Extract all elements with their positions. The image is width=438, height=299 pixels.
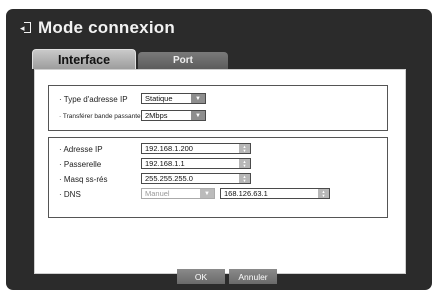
- ip-type-label: · Type d'adresse IP: [59, 95, 128, 104]
- ip-address-value: 192.168.1.200: [145, 144, 193, 153]
- tab-port[interactable]: Port: [138, 52, 228, 69]
- chevron-down-icon: ▼: [191, 94, 205, 103]
- network-mode-dialog: ◂ Mode connexion Interface Port · Type d…: [6, 9, 432, 290]
- chevron-down-icon: ▼: [191, 111, 205, 120]
- interface-panel: · Type d'adresse IP Statique ▼ · Transfé…: [34, 69, 406, 274]
- dialog-title-bar: ◂ Mode connexion: [20, 15, 175, 41]
- bandwidth-value: 2Mbps: [145, 111, 168, 120]
- subnet-mask-field[interactable]: 255.255.255.0 ▲ ▼: [141, 173, 251, 184]
- spinner-icon[interactable]: ▲ ▼: [239, 174, 250, 183]
- dns-field[interactable]: 168.126.63.1 ▲ ▼: [220, 188, 330, 199]
- tab-interface[interactable]: Interface: [32, 49, 136, 69]
- address-type-group: · Type d'adresse IP Statique ▼ · Transfé…: [48, 85, 388, 131]
- gateway-label: · Passerelle: [59, 160, 102, 169]
- dns-value: 168.126.63.1: [224, 189, 268, 198]
- ip-type-select[interactable]: Statique ▼: [141, 93, 206, 104]
- cancel-button[interactable]: Annuler: [229, 269, 277, 284]
- spinner-icon[interactable]: ▲ ▼: [239, 159, 250, 168]
- chevron-down-icon: ▼: [200, 189, 214, 198]
- bandwidth-select[interactable]: 2Mbps ▼: [141, 110, 206, 121]
- bandwidth-label: · Transférer bande passante: [59, 113, 141, 120]
- spinner-icon[interactable]: ▲ ▼: [239, 144, 250, 153]
- subnet-mask-value: 255.255.255.0: [145, 174, 193, 183]
- ip-address-field[interactable]: 192.168.1.200 ▲ ▼: [141, 143, 251, 154]
- subnet-mask-label: · Masq ss-rés: [59, 175, 108, 184]
- dialog-title: Mode connexion: [38, 18, 175, 37]
- spinner-icon[interactable]: ▲ ▼: [318, 189, 329, 198]
- dns-mode-value: Manuel: [145, 189, 170, 198]
- gateway-value: 192.168.1.1: [145, 159, 185, 168]
- dns-label: · DNS: [59, 190, 81, 199]
- address-settings-group: · Adresse IP 192.168.1.200 ▲ ▼ · Passerel…: [48, 137, 388, 218]
- ok-button[interactable]: OK: [177, 269, 225, 284]
- dns-mode-select[interactable]: Manuel ▼: [141, 188, 215, 199]
- exit-icon: ◂: [20, 21, 32, 35]
- ip-type-value: Statique: [145, 94, 173, 103]
- ip-address-label: · Adresse IP: [59, 145, 103, 154]
- gateway-field[interactable]: 192.168.1.1 ▲ ▼: [141, 158, 251, 169]
